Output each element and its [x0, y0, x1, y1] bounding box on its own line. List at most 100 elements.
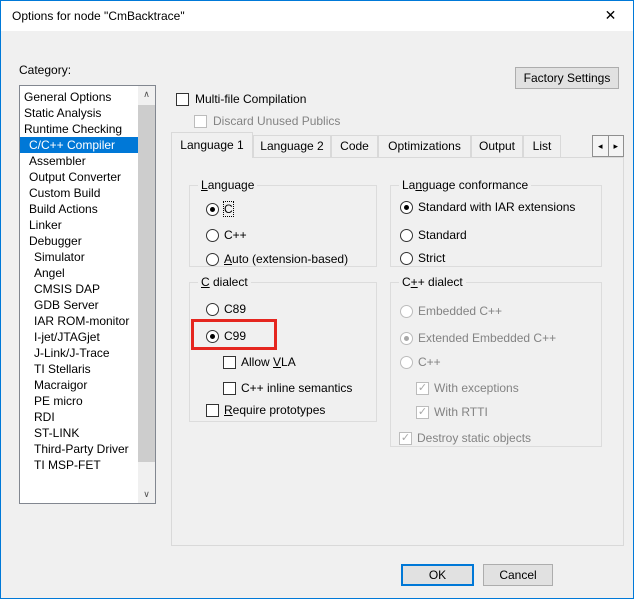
radio-c89[interactable]: C89: [206, 302, 246, 316]
category-item-st-link[interactable]: ST-LINK: [20, 425, 138, 441]
checkbox-with-rtti: With RTTI: [416, 405, 488, 419]
tab-scroll-right-icon[interactable]: ▸: [609, 135, 625, 157]
title-bar: Options for node "CmBacktrace" ✕: [1, 1, 633, 31]
category-item-angel[interactable]: Angel: [20, 265, 138, 281]
category-label: Category:: [19, 63, 71, 77]
factory-settings-button[interactable]: Factory Settings: [515, 67, 619, 89]
discard-unused-publics-checkbox: Discard Unused Publics: [194, 114, 340, 128]
tab-language-2[interactable]: Language 2: [253, 135, 331, 158]
category-item-third-party-driver[interactable]: Third-Party Driver: [20, 441, 138, 457]
dialog-title: Options for node "CmBacktrace": [12, 9, 185, 23]
tab-page-language-1: Language C C++ Auto (extension-based) La…: [171, 157, 624, 546]
checkbox-with-exceptions-label: With exceptions: [434, 381, 519, 395]
options-dialog: Options for node "CmBacktrace" ✕ Categor…: [0, 0, 634, 599]
category-item-gdb-server[interactable]: GDB Server: [20, 297, 138, 313]
cpp-dialect-group: C++ dialect Embedded C++ Extended Embedd…: [390, 282, 602, 447]
checkbox-cpp-inline-semantics[interactable]: C++ inline semantics: [223, 381, 352, 395]
checkbox-with-rtti-label: With RTTI: [434, 405, 488, 419]
category-item-cmsis-dap[interactable]: CMSIS DAP: [20, 281, 138, 297]
radio-selected-icon: [206, 203, 219, 216]
radio-cpp-label: C++: [418, 355, 441, 369]
category-item-assembler[interactable]: Assembler: [20, 153, 138, 169]
category-item-pe-micro[interactable]: PE micro: [20, 393, 138, 409]
cancel-button[interactable]: Cancel: [483, 564, 553, 586]
checkbox-icon: [206, 404, 219, 417]
language-group: Language C C++ Auto (extension-based): [189, 185, 377, 267]
radio-strict[interactable]: Strict: [400, 251, 445, 265]
checkbox-icon: [176, 93, 189, 106]
discard-unused-publics-label: Discard Unused Publics: [213, 114, 340, 128]
radio-cpp: C++: [400, 355, 441, 369]
radio-extended-embedded-cpp-label: Extended Embedded C++: [418, 331, 556, 345]
language-conformance-group: Language conformance Standard with IAR e…: [390, 185, 602, 267]
tab-language-1[interactable]: Language 1: [171, 132, 253, 158]
category-item-iar-rom-monitor[interactable]: IAR ROM-monitor: [20, 313, 138, 329]
radio-embedded-cpp: Embedded C++: [400, 304, 502, 318]
radio-language-c-label: C: [224, 202, 233, 216]
category-item-debugger[interactable]: Debugger: [20, 233, 138, 249]
checkbox-allow-vla-label: Allow VLA: [241, 355, 296, 369]
tab-scroll-buttons: ◂ ▸: [592, 135, 624, 157]
category-item-output-converter[interactable]: Output Converter: [20, 169, 138, 185]
category-item-general-options[interactable]: General Options: [20, 89, 138, 105]
radio-language-auto-label: Auto (extension-based): [224, 252, 348, 266]
category-scrollbar[interactable]: ∧ ∨: [138, 86, 155, 503]
category-item-runtime-checking[interactable]: Runtime Checking: [20, 121, 138, 137]
checkbox-icon: [223, 382, 236, 395]
radio-language-c[interactable]: C: [206, 202, 233, 216]
checkbox-cpp-inline-label: C++ inline semantics: [241, 381, 352, 395]
radio-icon: [206, 229, 219, 242]
category-item-simulator[interactable]: Simulator: [20, 249, 138, 265]
category-item-linker[interactable]: Linker: [20, 217, 138, 233]
category-item-static-analysis[interactable]: Static Analysis: [20, 105, 138, 121]
category-item-macraigor[interactable]: Macraigor: [20, 377, 138, 393]
tab-code[interactable]: Code: [331, 135, 378, 158]
category-item-ijet-jtagjet[interactable]: I-jet/JTAGjet: [20, 329, 138, 345]
radio-embedded-cpp-label: Embedded C++: [418, 304, 502, 318]
radio-standard-label: Standard: [418, 228, 467, 242]
c-dialect-group: C dialect C89 C99 Allow VLA C++ inline s…: [189, 282, 377, 422]
radio-selected-icon: [206, 330, 219, 343]
checkbox-require-prototypes[interactable]: Require prototypes: [206, 403, 325, 417]
tab-list[interactable]: List: [523, 135, 561, 158]
radio-c89-label: C89: [224, 302, 246, 316]
checkbox-destroy-static-objects: Destroy static objects: [399, 431, 531, 445]
checkbox-icon: [223, 356, 236, 369]
radio-c99[interactable]: C99: [206, 329, 246, 343]
scroll-up-icon[interactable]: ∧: [138, 86, 155, 103]
radio-language-auto[interactable]: Auto (extension-based): [206, 252, 348, 266]
radio-standard[interactable]: Standard: [400, 228, 467, 242]
multi-file-compilation-checkbox[interactable]: Multi-file Compilation: [176, 92, 306, 106]
radio-language-cpp[interactable]: C++: [206, 228, 247, 242]
ok-button[interactable]: OK: [401, 564, 474, 586]
close-icon[interactable]: ✕: [588, 1, 633, 30]
category-item-ti-stellaris[interactable]: TI Stellaris: [20, 361, 138, 377]
category-item-c-cpp-compiler[interactable]: C/C++ Compiler: [20, 137, 138, 153]
category-item-jlink-jtrace[interactable]: J-Link/J-Trace: [20, 345, 138, 361]
tab-scroll-left-icon[interactable]: ◂: [592, 135, 609, 157]
multi-file-compilation-label: Multi-file Compilation: [195, 92, 306, 106]
tab-optimizations[interactable]: Optimizations: [378, 135, 471, 158]
radio-standard-iar-label: Standard with IAR extensions: [418, 200, 575, 214]
checkbox-destroy-static-objects-label: Destroy static objects: [417, 431, 531, 445]
radio-c99-label: C99: [224, 329, 246, 343]
checkbox-icon: [194, 115, 207, 128]
category-item-custom-build[interactable]: Custom Build: [20, 185, 138, 201]
scrollbar-thumb[interactable]: [138, 105, 155, 462]
checkbox-allow-vla[interactable]: Allow VLA: [223, 355, 296, 369]
check-icon: [416, 382, 429, 395]
language-conformance-group-title: Language conformance: [399, 178, 531, 192]
radio-icon: [400, 229, 413, 242]
radio-icon: [400, 305, 413, 318]
language-group-title: Language: [198, 178, 257, 192]
radio-standard-with-iar-extensions[interactable]: Standard with IAR extensions: [400, 200, 575, 214]
category-item-rdi[interactable]: RDI: [20, 409, 138, 425]
category-list: General Options Static Analysis Runtime …: [20, 89, 138, 473]
scroll-down-icon[interactable]: ∨: [138, 486, 155, 503]
radio-extended-embedded-cpp: Extended Embedded C++: [400, 331, 556, 345]
c-dialect-group-title: C dialect: [198, 275, 251, 289]
category-item-build-actions[interactable]: Build Actions: [20, 201, 138, 217]
tab-output[interactable]: Output: [471, 135, 523, 158]
radio-icon: [206, 303, 219, 316]
category-item-ti-msp-fet[interactable]: TI MSP-FET: [20, 457, 138, 473]
